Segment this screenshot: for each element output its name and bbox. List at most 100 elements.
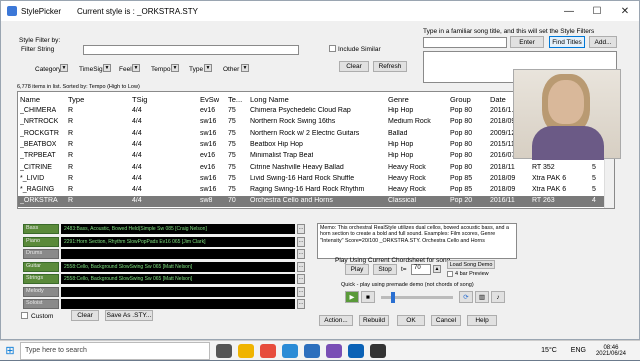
temperature: 15°C (541, 347, 557, 354)
col-genre[interactable]: Genre (388, 95, 409, 104)
app-icon-2[interactable] (326, 343, 342, 358)
save-as-sty-button[interactable]: Save As .STY... (105, 310, 153, 321)
maximize-button[interactable]: ☐ (583, 1, 611, 21)
track-name-button[interactable]: Guitar (23, 261, 59, 272)
col-evsw[interactable]: EvSw (200, 95, 219, 104)
outlook-icon[interactable] (304, 343, 320, 358)
table-cell: ev16 (200, 107, 216, 114)
file-explorer-icon[interactable] (238, 343, 254, 358)
taskbar-search[interactable]: Type here to search (20, 341, 210, 360)
loop-icon[interactable]: ⟳ (459, 291, 473, 303)
table-cell: sw8 (200, 197, 213, 205)
track-name-button[interactable]: Piano (23, 236, 59, 247)
cancel-button[interactable]: Cancel (431, 315, 461, 326)
col-group[interactable]: Group (450, 95, 471, 104)
load-song-demo-button[interactable]: Load Song Demo (447, 260, 495, 269)
webcam-face (548, 80, 584, 124)
progress-thumb[interactable] (391, 292, 395, 303)
quick-play-button[interactable]: ▶ (345, 291, 359, 303)
language[interactable]: ENG (571, 347, 586, 354)
table-row[interactable]: *_LIVID R 4/4 sw16 75 Livid Swing-16 Hard Roc… (18, 174, 614, 185)
custom-checkbox[interactable] (21, 312, 28, 319)
track-name-button[interactable]: Drums (23, 249, 59, 259)
zoom-icon[interactable] (348, 343, 364, 358)
action-button[interactable]: Action... (319, 315, 353, 326)
add-title-button[interactable]: Add... (589, 36, 617, 48)
type-dropdown[interactable]: ▼ (204, 64, 212, 72)
col-name[interactable]: Name (20, 95, 40, 104)
track-options-button[interactable]: … (297, 224, 305, 234)
track-name-button[interactable]: Melody (23, 286, 59, 297)
track-name-button[interactable]: Bass (23, 224, 59, 234)
refresh-button[interactable]: Refresh (373, 61, 407, 72)
track-options-button[interactable]: … (297, 236, 305, 247)
close-button[interactable]: ✕ (611, 1, 639, 21)
clear-filter-button[interactable]: Clear (339, 61, 369, 72)
track-row: Bass 2483:Bass, Acoustic, Bowed Held(Simp… (21, 223, 305, 235)
col-type[interactable]: Type (68, 95, 84, 104)
tempo-dropdown[interactable]: ▼ (171, 64, 179, 72)
col-tempo[interactable]: Te... (228, 95, 242, 104)
table-cell: 70 (228, 197, 236, 205)
stylepicker-task-icon[interactable] (370, 343, 386, 358)
table-row[interactable]: *_RAGING R 4/4 sw16 75 Raging Swing-16 Hard R… (18, 185, 614, 196)
ok-button[interactable]: OK (397, 315, 425, 326)
track-instrument-display[interactable] (61, 299, 295, 309)
table-row[interactable]: _CITRINE R 4/4 ev16 75 Citrine Nashville Heav… (18, 163, 614, 174)
table-cell: RT 352 (532, 163, 555, 171)
track-options-button[interactable]: … (297, 261, 305, 272)
four-bar-checkbox[interactable] (447, 271, 453, 277)
clock[interactable]: 08:46 2021/06/24 (596, 345, 626, 357)
speaker-icon[interactable]: ♪ (491, 291, 505, 303)
table-cell: 75 (228, 140, 236, 148)
quick-stop-button[interactable]: ■ (361, 291, 375, 303)
track-instrument-display[interactable]: 2558:Cello, Background SlowSwing Sw 065 … (61, 274, 295, 284)
table-cell: R (68, 118, 74, 126)
task-view-icon[interactable] (216, 343, 232, 358)
category-dropdown[interactable]: ▼ (60, 64, 68, 72)
track-options-button[interactable]: … (297, 286, 305, 297)
tempo-spinner[interactable]: ▲ (433, 265, 441, 273)
table-cell: Raging Swing-16 Hard Rock Rhythm (250, 186, 365, 194)
table-row[interactable]: _ORKSTRA R 4/4 sw8 70 Orchestra Cello and Hor… (18, 196, 614, 208)
find-titles-button[interactable]: Find Titles (549, 36, 585, 48)
table-cell: 2009/12 (490, 129, 516, 137)
table-cell: sw16 (200, 118, 217, 126)
other-dropdown[interactable]: ▼ (241, 64, 249, 72)
include-similar-checkbox[interactable] (329, 45, 336, 52)
track-name-button[interactable]: Strings (23, 274, 59, 284)
help-button[interactable]: Help (467, 315, 497, 326)
filter-string-input[interactable] (83, 45, 299, 55)
table-cell: Pop 80 (450, 163, 473, 171)
track-options-button[interactable]: … (297, 249, 305, 259)
table-cell: _NRTROCK (20, 118, 59, 126)
edge-icon[interactable] (282, 343, 298, 358)
windows-start-icon[interactable]: ⊞ (0, 341, 20, 361)
play-button[interactable]: Play (345, 264, 369, 275)
tempo-input[interactable]: 70 (411, 264, 431, 275)
track-instrument-display[interactable]: 2291:Horn Section, Rhythm SlowPopPads Ev… (61, 236, 295, 247)
stop-button[interactable]: Stop (373, 264, 397, 275)
col-tsig[interactable]: TSig (132, 95, 147, 104)
table-cell: Pop 80 (450, 118, 473, 126)
timesig-dropdown[interactable]: ▼ (103, 64, 111, 72)
track-name-button[interactable]: Soloist (23, 299, 59, 309)
piano-icon[interactable]: ▥ (475, 291, 489, 303)
rebuild-button[interactable]: Rebuild (359, 315, 389, 326)
col-longname[interactable]: Long Name (250, 95, 289, 104)
track-instrument-display[interactable]: 2483:Bass, Acoustic, Bowed Held(Simple S… (61, 224, 295, 234)
col-date[interactable]: Date (490, 95, 506, 104)
song-title-input[interactable] (423, 37, 507, 48)
minimize-button[interactable]: — (555, 1, 583, 21)
chrome-icon[interactable] (260, 343, 276, 358)
custom-label: Custom (31, 313, 54, 320)
track-options-button[interactable]: … (297, 274, 305, 284)
enter-button[interactable]: Enter (510, 36, 544, 48)
track-instrument-display[interactable]: 2558:Cello, Background SlowSwing Sw 065 … (61, 261, 295, 272)
track-instrument-display[interactable] (61, 286, 295, 297)
table-cell: Pop 85 (450, 174, 473, 182)
clear-tracks-button[interactable]: Clear (71, 310, 99, 321)
feel-dropdown[interactable]: ▼ (132, 64, 140, 72)
track-options-button[interactable]: … (297, 299, 305, 309)
track-instrument-display[interactable] (61, 249, 295, 259)
